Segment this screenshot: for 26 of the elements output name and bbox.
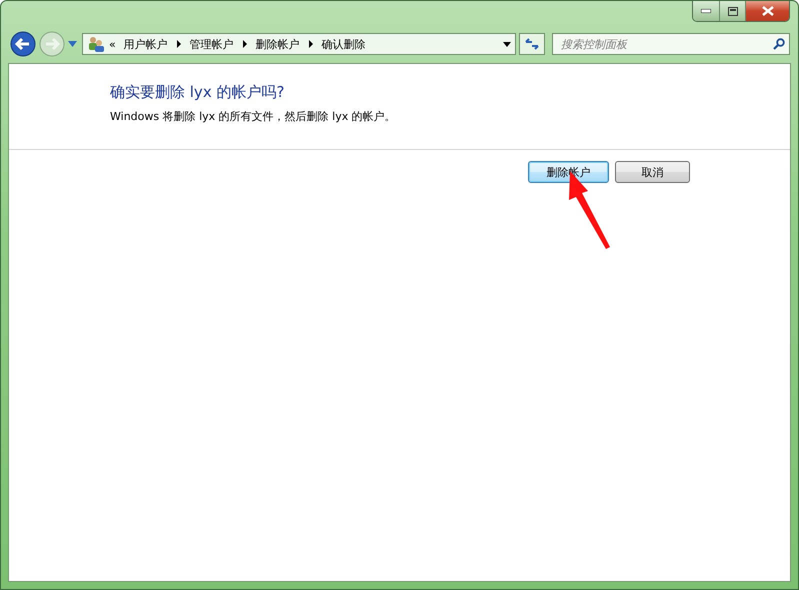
breadcrumb[interactable]: 删除帐户: [254, 36, 302, 52]
chevron-icon[interactable]: [176, 40, 182, 48]
history-dropdown[interactable]: [68, 41, 77, 47]
close-icon: [762, 6, 774, 16]
refresh-button[interactable]: [519, 33, 545, 55]
chevron-icon[interactable]: [242, 40, 248, 48]
back-button[interactable]: [10, 31, 36, 57]
address-bar[interactable]: « 用户帐户 管理帐户 删除帐户 确认删除: [82, 33, 516, 55]
refresh-icon: [525, 38, 539, 50]
overflow-chevron[interactable]: «: [109, 38, 116, 50]
caret-icon: [503, 42, 511, 46]
maximize-icon: [728, 6, 738, 16]
breadcrumb[interactable]: 用户帐户: [122, 36, 170, 52]
breadcrumb[interactable]: 管理帐户: [188, 36, 236, 52]
users-icon: [87, 36, 105, 52]
maximize-button[interactable]: [719, 1, 745, 21]
breadcrumb[interactable]: 确认删除: [320, 36, 368, 52]
confirmation-message: Windows 将删除 lyx 的所有文件，然后删除 lyx 的帐户。: [110, 109, 397, 124]
chevron-icon[interactable]: [308, 40, 314, 48]
confirmation-heading: 确实要删除 lyx 的帐户吗?: [110, 83, 286, 102]
search-icon: [773, 38, 785, 50]
search-field[interactable]: 搜索控制面板: [552, 33, 790, 55]
close-button[interactable]: [745, 1, 789, 21]
minimize-icon: [701, 9, 711, 13]
minimize-button[interactable]: [693, 1, 719, 21]
cancel-button[interactable]: 取消: [615, 161, 690, 183]
